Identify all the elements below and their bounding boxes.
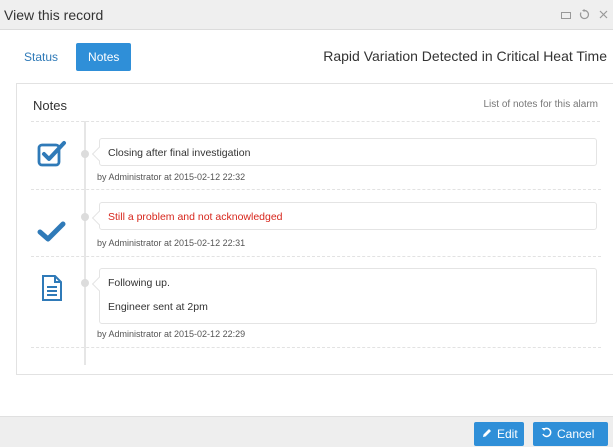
tab-notes[interactable]: Notes: [76, 43, 132, 71]
divider: [31, 347, 601, 348]
note-meta: by Administrator at 2015-02-12 22:32: [97, 172, 246, 182]
divider: [31, 121, 600, 122]
timeline-dot: [81, 150, 89, 158]
note-bubble: Still a problem and not acknowledged: [99, 202, 597, 230]
divider: [31, 189, 601, 190]
window-titlebar: View this record: [0, 0, 613, 30]
refresh-icon[interactable]: [579, 9, 590, 20]
record-heading: Rapid Variation Detected in Critical Hea…: [323, 48, 607, 64]
timeline-dot: [81, 213, 89, 221]
note-meta: by Administrator at 2015-02-12 22:31: [97, 238, 246, 248]
divider: [31, 256, 601, 257]
record-tabs: Status Notes: [14, 43, 132, 71]
timeline-dot: [81, 279, 89, 287]
tab-status[interactable]: Status: [14, 43, 68, 71]
edit-label: Edit: [497, 427, 518, 441]
undo-icon: [541, 422, 552, 446]
note-meta: by Administrator at 2015-02-12 22:29: [97, 329, 246, 339]
note-text: Closing after final investigation: [108, 147, 251, 159]
note-bubble: Following up. Engineer sent at 2pm: [99, 268, 597, 324]
close-icon[interactable]: [598, 9, 609, 20]
panel-description: List of notes for this alarm: [483, 99, 599, 110]
note-text: Engineer sent at 2pm: [108, 301, 208, 313]
notes-panel: Notes List of notes for this alarm Closi…: [16, 83, 613, 375]
minimize-icon[interactable]: [560, 9, 571, 20]
pencil-icon: [482, 422, 492, 446]
document-icon: [41, 274, 63, 307]
checkmark-icon: [37, 221, 67, 248]
cancel-button[interactable]: Cancel: [533, 422, 608, 446]
edit-button[interactable]: Edit: [474, 422, 524, 446]
window-title: View this record: [4, 7, 104, 23]
checkbox-checked-icon: [37, 140, 67, 173]
panel-title: Notes: [33, 98, 67, 113]
note-text: Following up.: [108, 277, 170, 289]
cancel-label: Cancel: [557, 427, 595, 441]
note-bubble: Closing after final investigation: [99, 138, 597, 166]
window-controls: [560, 9, 609, 20]
note-text: Still a problem and not acknowledged: [108, 211, 283, 223]
